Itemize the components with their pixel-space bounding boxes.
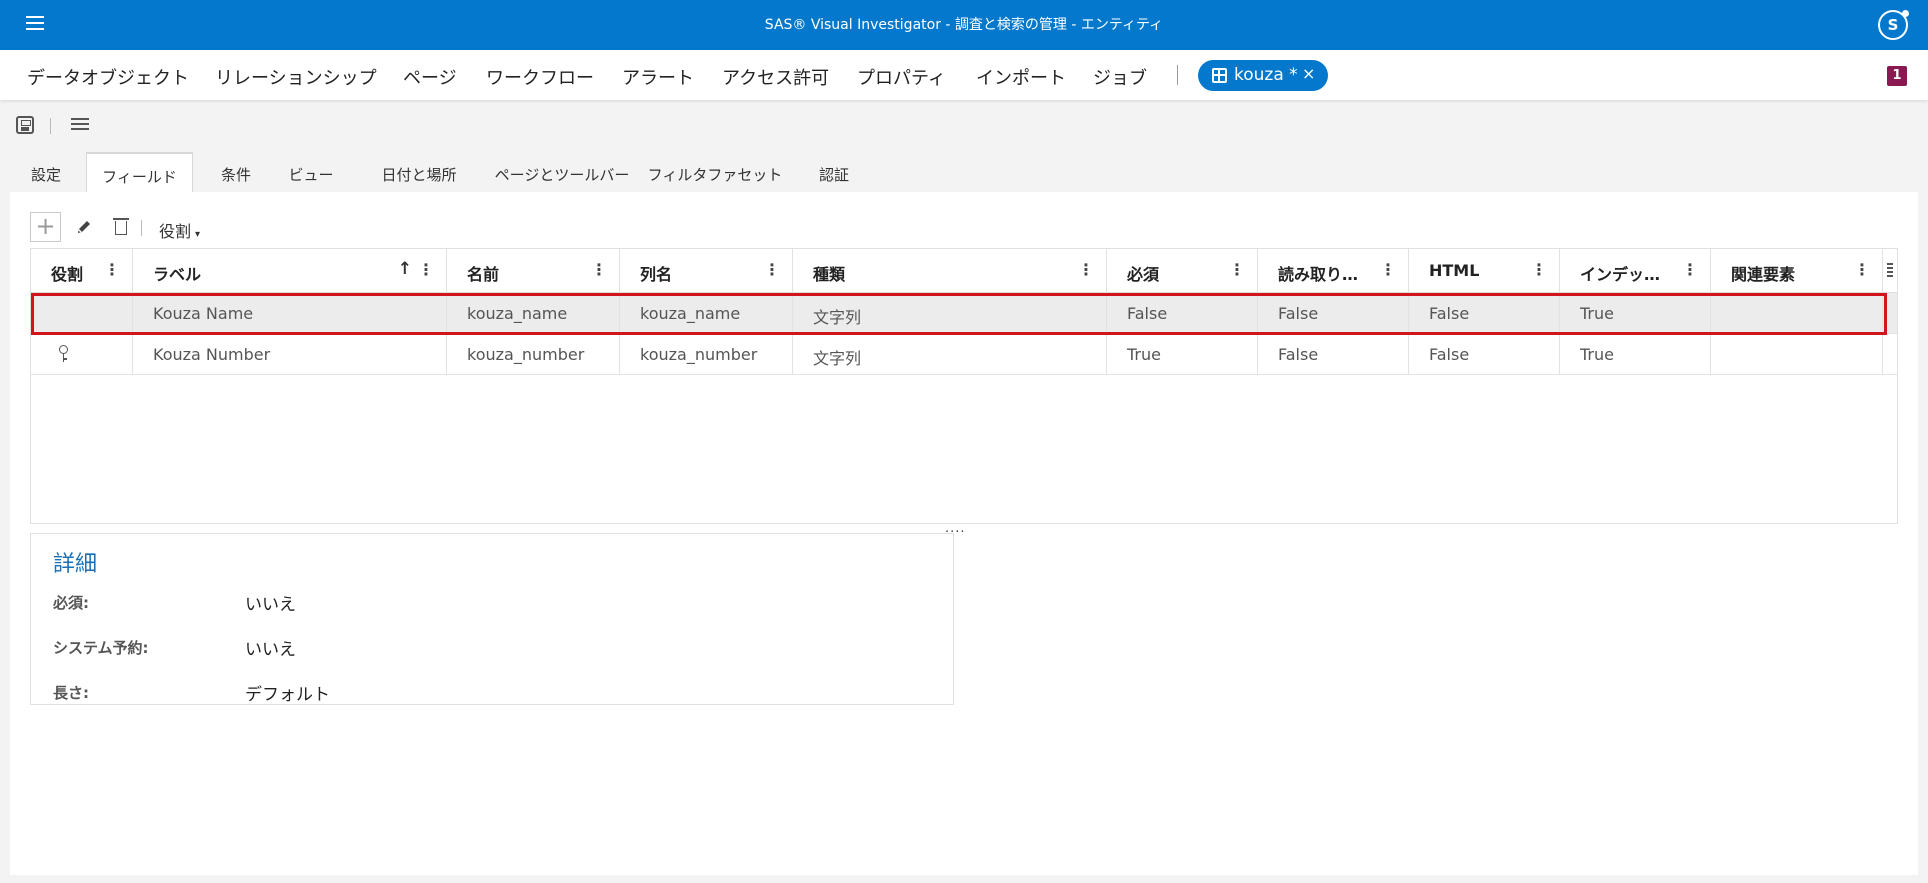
column-header-indexed[interactable]: インデッ… ⋮ bbox=[1560, 249, 1711, 293]
menu-pages[interactable]: ページ bbox=[403, 64, 457, 90]
selected-row-highlight bbox=[31, 293, 1887, 335]
column-menu-icon[interactable]: ⋮ bbox=[1854, 260, 1870, 279]
column-header-read-only[interactable]: 読み取り… ⋮ bbox=[1258, 249, 1409, 293]
column-menu-icon[interactable]: ⋮ bbox=[104, 260, 120, 279]
menu-jobs[interactable]: ジョブ bbox=[1093, 64, 1147, 90]
tab-settings[interactable]: 設定 bbox=[22, 152, 70, 192]
column-menu-icon[interactable]: ⋮ bbox=[1078, 260, 1094, 279]
row-type-cell: 文字列 bbox=[793, 334, 1107, 374]
trash-icon[interactable] bbox=[113, 218, 129, 235]
details-title: 詳細 bbox=[53, 552, 98, 577]
column-menu-icon[interactable]: ⋮ bbox=[1531, 260, 1547, 279]
column-menu-icon[interactable]: ⋮ bbox=[1682, 260, 1698, 279]
detail-value-system-reserved: いいえ bbox=[245, 640, 296, 660]
table-row[interactable]: Kouza Number kouza_number kouza_number 文… bbox=[31, 334, 1897, 375]
menu-bar: データオブジェクト リレーションシップ ページ ワークフロー アラート アクセス… bbox=[0, 50, 1928, 100]
close-icon[interactable]: × bbox=[1302, 64, 1315, 83]
menu-alerts[interactable]: アラート bbox=[622, 64, 694, 90]
row-read-only-cell: False bbox=[1258, 334, 1409, 374]
fields-grid: 役割 ⋮ ラベル ↑ ⋮ 名前 ⋮ 列名 ⋮ 種類 ⋮ 必須 ⋮ 読み取り… ⋮ HTML ⋮ イ… bbox=[30, 248, 1898, 524]
column-header-name[interactable]: 名前 ⋮ bbox=[447, 249, 620, 293]
column-menu-icon[interactable]: ⋮ bbox=[764, 260, 780, 279]
menu-permissions[interactable]: アクセス許可 bbox=[722, 64, 829, 90]
chevron-down-icon: ▾ bbox=[195, 229, 201, 240]
column-header-related[interactable]: 関連要素 ⋮ bbox=[1711, 249, 1883, 293]
menu-relationships[interactable]: リレーションシップ bbox=[215, 64, 377, 90]
grid-header: 役割 ⋮ ラベル ↑ ⋮ 名前 ⋮ 列名 ⋮ 種類 ⋮ 必須 ⋮ 読み取り… ⋮ HTML ⋮ イ… bbox=[31, 249, 1897, 293]
avatar-initial: S bbox=[1887, 16, 1899, 34]
menu-import[interactable]: インポート bbox=[976, 64, 1066, 90]
row-column-name-cell: kouza_number bbox=[620, 334, 793, 374]
notification-badge[interactable]: 1 bbox=[1887, 66, 1907, 86]
open-entity-tab[interactable]: kouza * × bbox=[1198, 60, 1328, 91]
row-role-cell bbox=[31, 334, 133, 374]
user-avatar[interactable]: S bbox=[1878, 10, 1909, 40]
tab-date-location[interactable]: 日付と場所 bbox=[359, 152, 479, 192]
column-menu-icon[interactable]: ⋮ bbox=[418, 260, 434, 279]
row-related-cell bbox=[1711, 334, 1883, 374]
column-chooser-icon[interactable] bbox=[1887, 263, 1893, 279]
toolbar-divider bbox=[141, 220, 142, 236]
detail-value-length: デフォルト bbox=[245, 685, 330, 705]
detail-value-required: いいえ bbox=[245, 595, 296, 615]
column-header-html[interactable]: HTML ⋮ bbox=[1409, 249, 1560, 293]
column-menu-icon[interactable]: ⋮ bbox=[1380, 260, 1396, 279]
menu-properties[interactable]: プロパティ bbox=[857, 64, 946, 90]
row-name-cell: kouza_number bbox=[447, 334, 620, 374]
tab-pages-toolbars[interactable]: ページとツールバー bbox=[470, 152, 654, 192]
column-header-type[interactable]: 種類 ⋮ bbox=[793, 249, 1107, 293]
key-icon bbox=[59, 345, 68, 363]
tab-views[interactable]: ビュー bbox=[280, 152, 342, 192]
entity-table-icon bbox=[1212, 68, 1227, 83]
open-entity-tab-label: kouza * bbox=[1234, 65, 1298, 85]
app-title: SAS® Visual Investigator - 調査と検索の管理 - エン… bbox=[764, 17, 1164, 33]
detail-label-length: 長さ: bbox=[53, 684, 89, 702]
tab-authorization[interactable]: 認証 bbox=[808, 152, 860, 192]
row-indexed-cell: True bbox=[1560, 334, 1711, 374]
role-filter-dropdown[interactable]: 役割 ▾ bbox=[159, 218, 200, 242]
row-required-cell: True bbox=[1107, 334, 1258, 374]
detail-label-required: 必須: bbox=[53, 594, 89, 612]
tab-filter-facets[interactable]: フィルタファセット bbox=[635, 152, 795, 192]
details-panel: 詳細 必須: いいえ システム予約: いいえ 長さ: デフォルト bbox=[30, 533, 954, 705]
list-view-icon[interactable] bbox=[71, 118, 89, 132]
menu-divider bbox=[1177, 65, 1178, 85]
title-bar: SAS® Visual Investigator - 調査と検索の管理 - エン… bbox=[0, 0, 1928, 50]
column-menu-icon[interactable]: ⋮ bbox=[1229, 260, 1245, 279]
detail-label-system-reserved: システム予約: bbox=[53, 639, 149, 657]
add-field-button[interactable]: + bbox=[30, 212, 61, 242]
row-label-cell: Kouza Number bbox=[133, 334, 447, 374]
column-header-column-name[interactable]: 列名 ⋮ bbox=[620, 249, 793, 293]
row-html-cell: False bbox=[1409, 334, 1560, 374]
column-header-role[interactable]: 役割 ⋮ bbox=[31, 249, 133, 293]
save-icon[interactable] bbox=[16, 116, 34, 134]
entity-tabs: 設定 フィールド 条件 ビュー 日付と場所 ページとツールバー フィルタファセッ… bbox=[10, 152, 1918, 192]
menu-data-objects[interactable]: データオブジェクト bbox=[27, 64, 189, 90]
column-header-label[interactable]: ラベル ↑ ⋮ bbox=[133, 249, 447, 293]
column-header-required[interactable]: 必須 ⋮ bbox=[1107, 249, 1258, 293]
edit-icon[interactable] bbox=[76, 219, 92, 235]
tab-fields[interactable]: フィールド bbox=[86, 152, 193, 192]
menu-workflows[interactable]: ワークフロー bbox=[486, 64, 594, 90]
sort-ascending-icon[interactable]: ↑ bbox=[398, 259, 412, 279]
status-dot bbox=[1902, 10, 1909, 17]
role-filter-label: 役割 bbox=[159, 222, 192, 241]
toolbar-divider bbox=[50, 118, 51, 134]
tab-conditions[interactable]: 条件 bbox=[210, 152, 262, 192]
column-menu-icon[interactable]: ⋮ bbox=[591, 260, 607, 279]
